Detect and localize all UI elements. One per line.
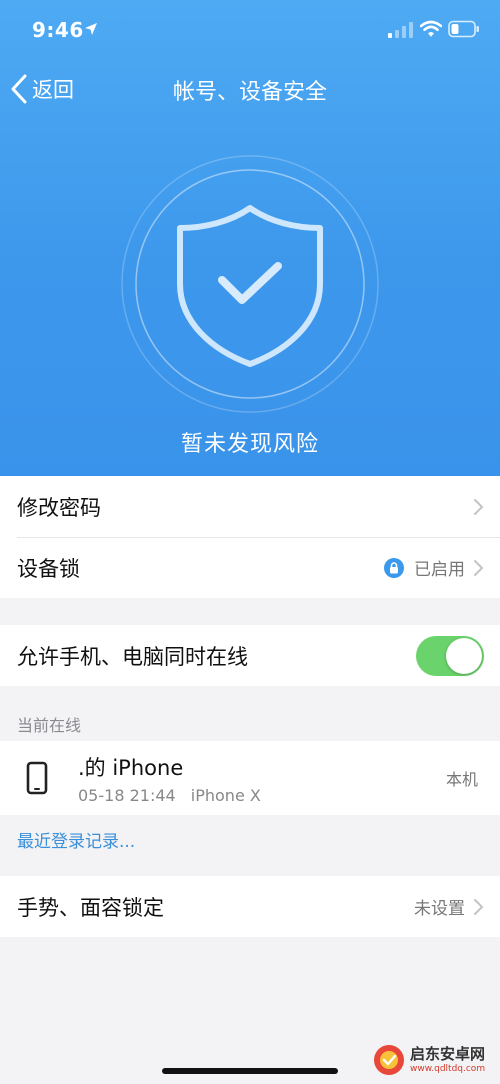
chevron-right-icon [474, 898, 483, 915]
hero-header: 9:46 返回 帐号、设备安全 暂未发现风险 [0, 0, 500, 476]
device-lock-row[interactable]: 设备锁 已启用 [0, 537, 500, 598]
chevron-right-icon [474, 498, 483, 515]
chevron-left-icon [11, 74, 27, 104]
toggle-knob [446, 637, 482, 674]
device-info: .的 iPhone 05-18 21:44 iPhone X [78, 752, 446, 805]
watermark: 启东安卓网 www.qdltdq.com [372, 1040, 494, 1080]
wifi-icon [420, 20, 442, 37]
watermark-logo-icon [374, 1045, 404, 1075]
current-device-row[interactable]: .的 iPhone 05-18 21:44 iPhone X 本机 [0, 741, 500, 815]
security-group: 修改密码 设备锁 已启用 [0, 476, 500, 598]
home-indicator[interactable] [162, 1068, 338, 1074]
page-title: 帐号、设备安全 [172, 80, 327, 105]
battery-icon [448, 20, 479, 38]
device-lock-status: 已启用 [414, 560, 465, 580]
location-arrow-icon [85, 23, 97, 35]
recent-login-link[interactable]: 最近登录记录... [17, 827, 135, 852]
change-password-row[interactable]: 修改密码 [0, 476, 500, 537]
online-settings-group: 允许手机、电脑同时在线 [0, 625, 500, 686]
gesture-lock-row[interactable]: 手势、面容锁定 未设置 [0, 876, 500, 937]
allow-simultaneous-row: 允许手机、电脑同时在线 [0, 625, 500, 686]
device-name: .的 iPhone [78, 755, 184, 780]
watermark-url: www.qdltdq.com [410, 1063, 486, 1074]
change-password-label: 修改密码 [17, 495, 101, 520]
device-lock-label: 设备锁 [17, 556, 80, 581]
watermark-name: 启东安卓网 [410, 1044, 486, 1063]
signal-icon [388, 22, 413, 38]
device-meta: 05-18 21:44 iPhone X [78, 786, 446, 805]
phone-icon [26, 761, 48, 795]
gesture-lock-label: 手势、面容锁定 [17, 895, 164, 920]
status-time: 9:46 [32, 18, 84, 42]
allow-simultaneous-toggle[interactable] [416, 635, 484, 676]
back-button[interactable]: 返回 [10, 72, 74, 106]
device-model: iPhone X [190, 785, 261, 805]
gesture-group: 手势、面容锁定 未设置 [0, 876, 500, 937]
current-online-header: 当前在线 [17, 716, 82, 735]
current-device-group: .的 iPhone 05-18 21:44 iPhone X 本机 [0, 741, 500, 815]
allow-simultaneous-label: 允许手机、电脑同时在线 [17, 644, 248, 669]
this-device-tag: 本机 [445, 770, 478, 789]
gesture-lock-status: 未设置 [414, 899, 465, 919]
risk-status-text: 暂未发现风险 [180, 432, 319, 457]
chevron-right-icon [474, 559, 483, 576]
shield-check-icon [121, 155, 379, 413]
back-label: 返回 [32, 78, 74, 102]
login-time: 05-18 21:44 [78, 785, 176, 805]
lock-icon [384, 557, 404, 578]
status-bar: 9:46 [0, 0, 500, 60]
